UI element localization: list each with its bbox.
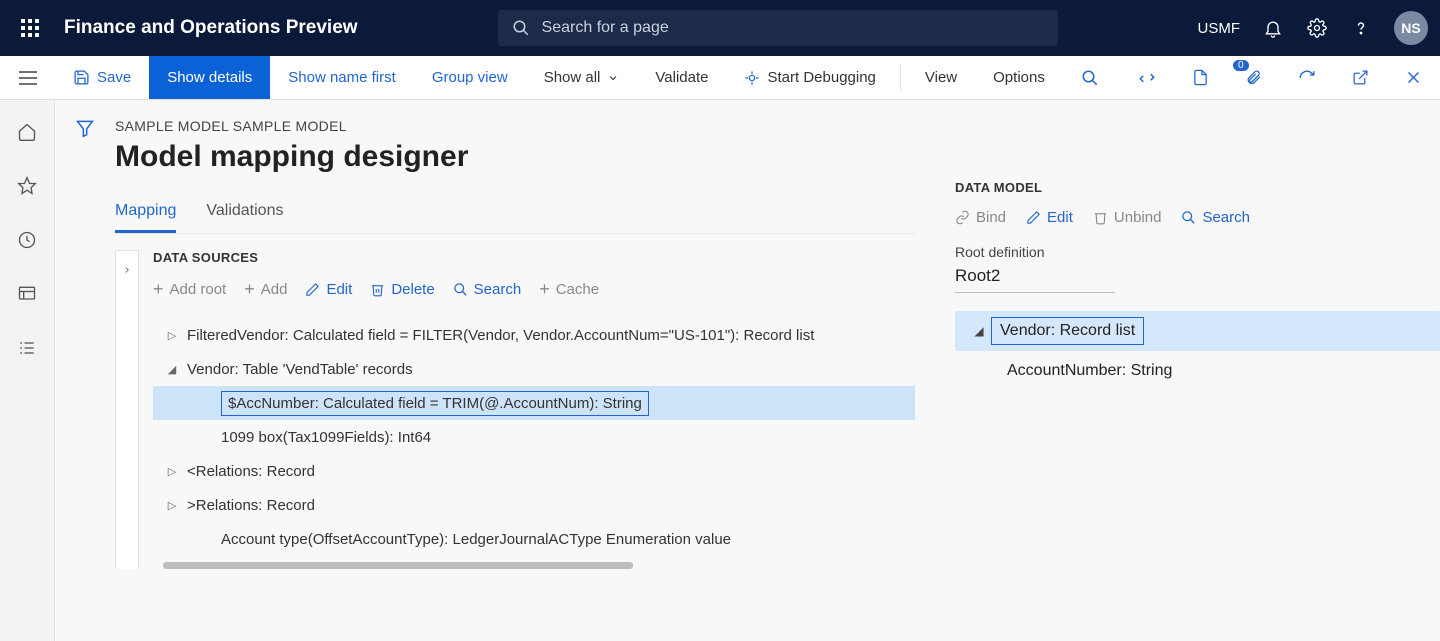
gear-icon[interactable] <box>1306 17 1328 39</box>
ds-search-button[interactable]: Search <box>453 281 522 298</box>
app-title: Finance and Operations Preview <box>64 17 358 39</box>
attach-icon[interactable]: 0 <box>1227 56 1280 99</box>
dm-tree-row-selected[interactable]: ◢ Vendor: Record list <box>955 311 1440 351</box>
edit-button[interactable]: Edit <box>305 281 352 298</box>
search-icon <box>1181 210 1196 225</box>
connector-icon[interactable] <box>1120 56 1174 99</box>
root-definition-value[interactable]: Root2 <box>955 266 1115 293</box>
search-icon <box>453 282 468 297</box>
avatar[interactable]: NS <box>1394 11 1428 45</box>
add-root-button[interactable]: +Add root <box>153 279 226 300</box>
caret-down-icon[interactable]: ◢ <box>967 324 991 338</box>
popout-icon[interactable] <box>1334 56 1387 99</box>
tree-row[interactable]: 1099 box(Tax1099Fields): Int64 <box>153 420 915 454</box>
chevron-right-icon <box>122 265 132 275</box>
trash-icon <box>1093 210 1108 225</box>
company-label[interactable]: USMF <box>1198 20 1241 37</box>
dm-tree-row[interactable]: AccountNumber: String <box>955 351 1440 391</box>
tree-row[interactable]: ◢Vendor: Table 'VendTable' records <box>153 352 915 386</box>
attach-badge: 0 <box>1233 60 1249 71</box>
tab-mapping[interactable]: Mapping <box>115 202 176 233</box>
page-title: Model mapping designer <box>115 140 915 174</box>
filter-icon[interactable] <box>75 118 95 641</box>
unbind-button[interactable]: Unbind <box>1093 209 1162 226</box>
navigation-rail <box>0 100 55 641</box>
document-icon[interactable] <box>1174 56 1227 99</box>
pencil-icon <box>305 282 320 297</box>
cache-button[interactable]: +Cache <box>539 279 599 300</box>
close-icon[interactable] <box>1387 56 1440 99</box>
start-debugging-label: Start Debugging <box>767 69 875 86</box>
search-placeholder: Search for a page <box>542 19 669 37</box>
view-button[interactable]: View <box>907 56 975 99</box>
help-icon[interactable] <box>1350 17 1372 39</box>
validate-button[interactable]: Validate <box>637 56 726 99</box>
workspace-icon[interactable] <box>15 282 39 306</box>
show-all-label: Show all <box>544 69 601 86</box>
home-icon[interactable] <box>15 120 39 144</box>
search-icon <box>1081 69 1099 87</box>
tree-row-selected[interactable]: $AccNumber: Calculated field = TRIM(@.Ac… <box>153 386 915 420</box>
show-name-first-button[interactable]: Show name first <box>270 56 414 99</box>
modules-icon[interactable] <box>15 336 39 360</box>
tree-row[interactable]: ▷>Relations: Record <box>153 488 915 522</box>
link-icon <box>955 210 970 225</box>
caret-down-icon[interactable]: ◢ <box>163 363 181 376</box>
caret-right-icon[interactable]: ▷ <box>163 465 181 478</box>
tree-row[interactable]: Account type(OffsetAccountType): LedgerJ… <box>153 522 915 556</box>
caret-right-icon[interactable]: ▷ <box>163 499 181 512</box>
dm-search-button[interactable]: Search <box>1181 209 1250 226</box>
bind-button[interactable]: Bind <box>955 209 1006 226</box>
debug-icon <box>744 70 760 86</box>
tab-validations[interactable]: Validations <box>206 202 283 233</box>
bell-icon[interactable] <box>1262 17 1284 39</box>
delete-button[interactable]: Delete <box>370 281 434 298</box>
datasources-title: DATA SOURCES <box>153 250 915 265</box>
search-icon <box>512 19 530 37</box>
root-definition-label: Root definition <box>955 244 1440 260</box>
start-debugging-button[interactable]: Start Debugging <box>726 56 893 99</box>
breadcrumb: SAMPLE MODEL SAMPLE MODEL <box>115 118 915 134</box>
chevron-down-icon <box>607 72 619 84</box>
show-details-button[interactable]: Show details <box>149 56 270 99</box>
global-search[interactable]: Search for a page <box>498 10 1058 46</box>
tree-row[interactable]: ▷FilteredVendor: Calculated field = FILT… <box>153 318 915 352</box>
refresh-icon[interactable] <box>1280 56 1334 99</box>
save-icon <box>73 69 90 86</box>
star-icon[interactable] <box>15 174 39 198</box>
group-view-button[interactable]: Group view <box>414 56 526 99</box>
dm-edit-button[interactable]: Edit <box>1026 209 1073 226</box>
tree-row[interactable]: ▷<Relations: Record <box>153 454 915 488</box>
clock-icon[interactable] <box>15 228 39 252</box>
trash-icon <box>370 282 385 297</box>
pencil-icon <box>1026 210 1041 225</box>
save-label: Save <box>97 69 131 86</box>
caret-right-icon[interactable]: ▷ <box>163 329 181 342</box>
datasource-types-strip[interactable] <box>115 250 139 569</box>
show-all-button[interactable]: Show all <box>526 56 638 99</box>
options-button[interactable]: Options <box>975 56 1063 99</box>
hamburger-icon[interactable] <box>18 70 38 86</box>
cmd-search-button[interactable] <box>1063 56 1117 99</box>
save-button[interactable]: Save <box>55 56 149 99</box>
app-launcher-icon[interactable] <box>12 10 48 46</box>
datamodel-title: DATA MODEL <box>955 180 1440 195</box>
horizontal-scrollbar[interactable] <box>163 562 633 569</box>
add-button[interactable]: +Add <box>244 279 287 300</box>
